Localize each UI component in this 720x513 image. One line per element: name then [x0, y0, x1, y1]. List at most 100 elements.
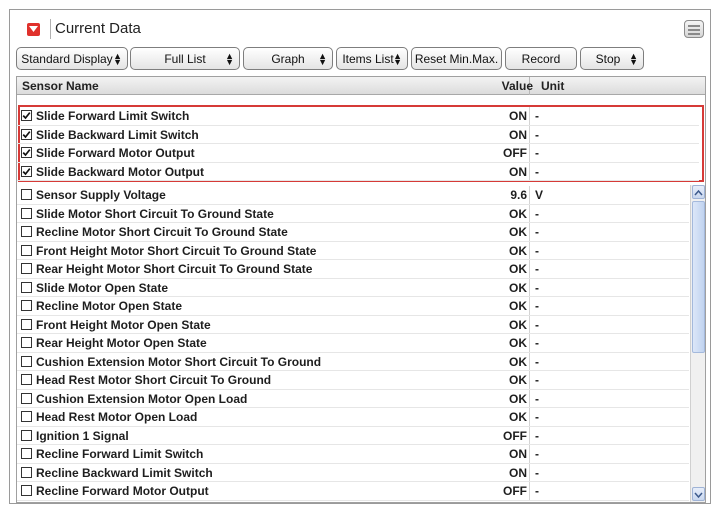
- row-checkbox[interactable]: [21, 374, 32, 385]
- table-row[interactable]: Recline Motor Short Circuit To Ground St…: [17, 223, 689, 242]
- row-checkbox[interactable]: [21, 318, 32, 330]
- column-divider: [529, 426, 530, 445]
- sensor-list[interactable]: Sensor Supply Voltage 9.6 V Slide Motor Sho…: [17, 185, 705, 502]
- sensor-unit: -: [535, 428, 539, 443]
- sensor-name: Recline Forward Limit Switch: [36, 447, 204, 461]
- scroll-up-arrow-icon[interactable]: [692, 185, 705, 199]
- sensor-unit: V: [535, 188, 544, 202]
- column-divider: [529, 463, 530, 482]
- sensor-unit: -: [535, 336, 539, 350]
- column-divider: [529, 297, 530, 316]
- sensor-value: ON: [509, 447, 527, 461]
- column-divider: [529, 334, 530, 353]
- row-checkbox[interactable]: [21, 128, 32, 140]
- row-checkbox[interactable]: [21, 110, 32, 121]
- sensor-unit: -: [535, 109, 539, 123]
- row-checkbox[interactable]: [21, 355, 32, 367]
- table-row[interactable]: Slide Backward Motor Output ON -: [17, 162, 699, 181]
- row-checkbox[interactable]: [21, 263, 32, 274]
- sensor-unit: -: [535, 447, 539, 461]
- row-checkbox[interactable]: [21, 448, 32, 459]
- row-checkbox[interactable]: [21, 147, 32, 158]
- sensor-value: OK: [509, 336, 527, 350]
- record-button[interactable]: Record: [505, 47, 577, 70]
- column-divider: [529, 371, 530, 390]
- scroll-down-arrow-icon[interactable]: [692, 487, 705, 501]
- row-checkbox[interactable]: [21, 337, 32, 348]
- row-checkbox[interactable]: [21, 485, 32, 496]
- sensor-name: Cushion Extension Motor Open Load: [36, 391, 248, 406]
- sensor-value: OK: [509, 299, 527, 313]
- row-checkbox[interactable]: [21, 281, 32, 293]
- table-row[interactable]: Slide Forward Motor Output OFF -: [17, 144, 699, 163]
- items-list-dropdown[interactable]: Items List ▲ ▼: [336, 47, 408, 70]
- full-list-dropdown[interactable]: Full List ▲ ▼: [130, 47, 240, 70]
- reset-min-max-button[interactable]: Reset Min.Max.: [411, 47, 502, 70]
- table-row[interactable]: Sensor Supply Voltage 9.6 V: [17, 186, 689, 205]
- sensor-name: Front Height Motor Open State: [36, 317, 211, 332]
- sensor-unit: -: [535, 391, 539, 406]
- standard-display-dropdown[interactable]: Standard Display ▲ ▼: [16, 47, 128, 70]
- row-checkbox[interactable]: [21, 165, 32, 177]
- table-row[interactable]: Slide Motor Short Circuit To Ground Stat…: [17, 204, 689, 223]
- sensor-unit: -: [535, 206, 539, 221]
- menu-icon[interactable]: [684, 20, 704, 38]
- table-row[interactable]: Recline Motor Open State OK -: [17, 297, 689, 316]
- sensor-value: OK: [509, 206, 527, 221]
- vertical-scrollbar[interactable]: [690, 185, 705, 502]
- table-row[interactable]: Slide Forward Limit Switch ON -: [17, 107, 699, 126]
- sensor-unit: -: [535, 243, 539, 258]
- stop-dropdown[interactable]: Stop ▲ ▼: [580, 47, 644, 70]
- current-data-window: Current Data Standard Display ▲ ▼ Full Li…: [9, 9, 711, 504]
- table-row[interactable]: Rear Height Motor Short Circuit To Groun…: [17, 260, 689, 279]
- sensor-name: Front Height Motor Short Circuit To Grou…: [36, 243, 317, 258]
- collapse-icon[interactable]: [27, 23, 40, 36]
- table-row[interactable]: Slide Motor Open State OK -: [17, 278, 689, 297]
- row-checkbox[interactable]: [21, 207, 32, 219]
- table-row[interactable]: Cushion Extension Motor Open Load OK -: [17, 389, 689, 408]
- row-checkbox[interactable]: [21, 466, 32, 478]
- column-header-value[interactable]: Value: [487, 79, 533, 93]
- table-row[interactable]: Front Height Motor Short Circuit To Grou…: [17, 241, 689, 260]
- full-list-label: Full List: [164, 51, 206, 66]
- row-checkbox[interactable]: [21, 226, 32, 237]
- row-checkbox[interactable]: [21, 189, 32, 200]
- scrollbar-thumb[interactable]: [692, 201, 705, 353]
- row-checkbox[interactable]: [21, 392, 32, 404]
- column-header-sensor-name[interactable]: Sensor Name: [22, 79, 99, 93]
- sensor-unit: -: [535, 373, 539, 387]
- column-divider: [529, 241, 530, 260]
- column-divider: [529, 125, 530, 144]
- row-checkbox[interactable]: [21, 429, 32, 441]
- sensor-name: Rear Height Motor Open State: [36, 336, 207, 350]
- column-divider: [529, 389, 530, 408]
- sensor-value: OFF: [503, 146, 527, 160]
- table-row[interactable]: Recline Forward Limit Switch ON -: [17, 445, 689, 464]
- table-row[interactable]: Recline Forward Motor Output OFF -: [17, 482, 689, 501]
- table-row[interactable]: Rear Height Motor Open State OK -: [17, 334, 689, 353]
- column-header-unit[interactable]: Unit: [541, 79, 564, 93]
- table-row[interactable]: Recline Backward Limit Switch ON -: [17, 463, 689, 482]
- sensor-unit: -: [535, 299, 539, 313]
- column-divider: [529, 278, 530, 297]
- column-divider: [529, 204, 530, 223]
- sensor-unit: -: [535, 410, 539, 424]
- table-row[interactable]: Head Rest Motor Short Circuit To Ground O…: [17, 371, 689, 390]
- row-checkbox[interactable]: [21, 300, 32, 311]
- title-bar: Current Data: [10, 10, 710, 44]
- column-divider: [529, 144, 530, 163]
- items-list-label: Items List: [342, 51, 394, 66]
- column-divider: [529, 260, 530, 279]
- sensor-unit: -: [535, 127, 539, 142]
- sensor-value: OK: [509, 410, 527, 424]
- table-row[interactable]: Head Rest Motor Open Load OK -: [17, 408, 689, 427]
- sensor-value: ON: [509, 127, 527, 142]
- graph-dropdown[interactable]: Graph ▲ ▼: [243, 47, 333, 70]
- row-checkbox[interactable]: [21, 411, 32, 422]
- row-checkbox[interactable]: [21, 244, 32, 256]
- table-row[interactable]: Cushion Extension Motor Short Circuit To…: [17, 352, 689, 371]
- table-row[interactable]: Slide Backward Limit Switch ON -: [17, 125, 699, 144]
- record-label: Record: [521, 51, 561, 66]
- table-row[interactable]: Ignition 1 Signal OFF -: [17, 426, 689, 445]
- table-row[interactable]: Front Height Motor Open State OK -: [17, 315, 689, 334]
